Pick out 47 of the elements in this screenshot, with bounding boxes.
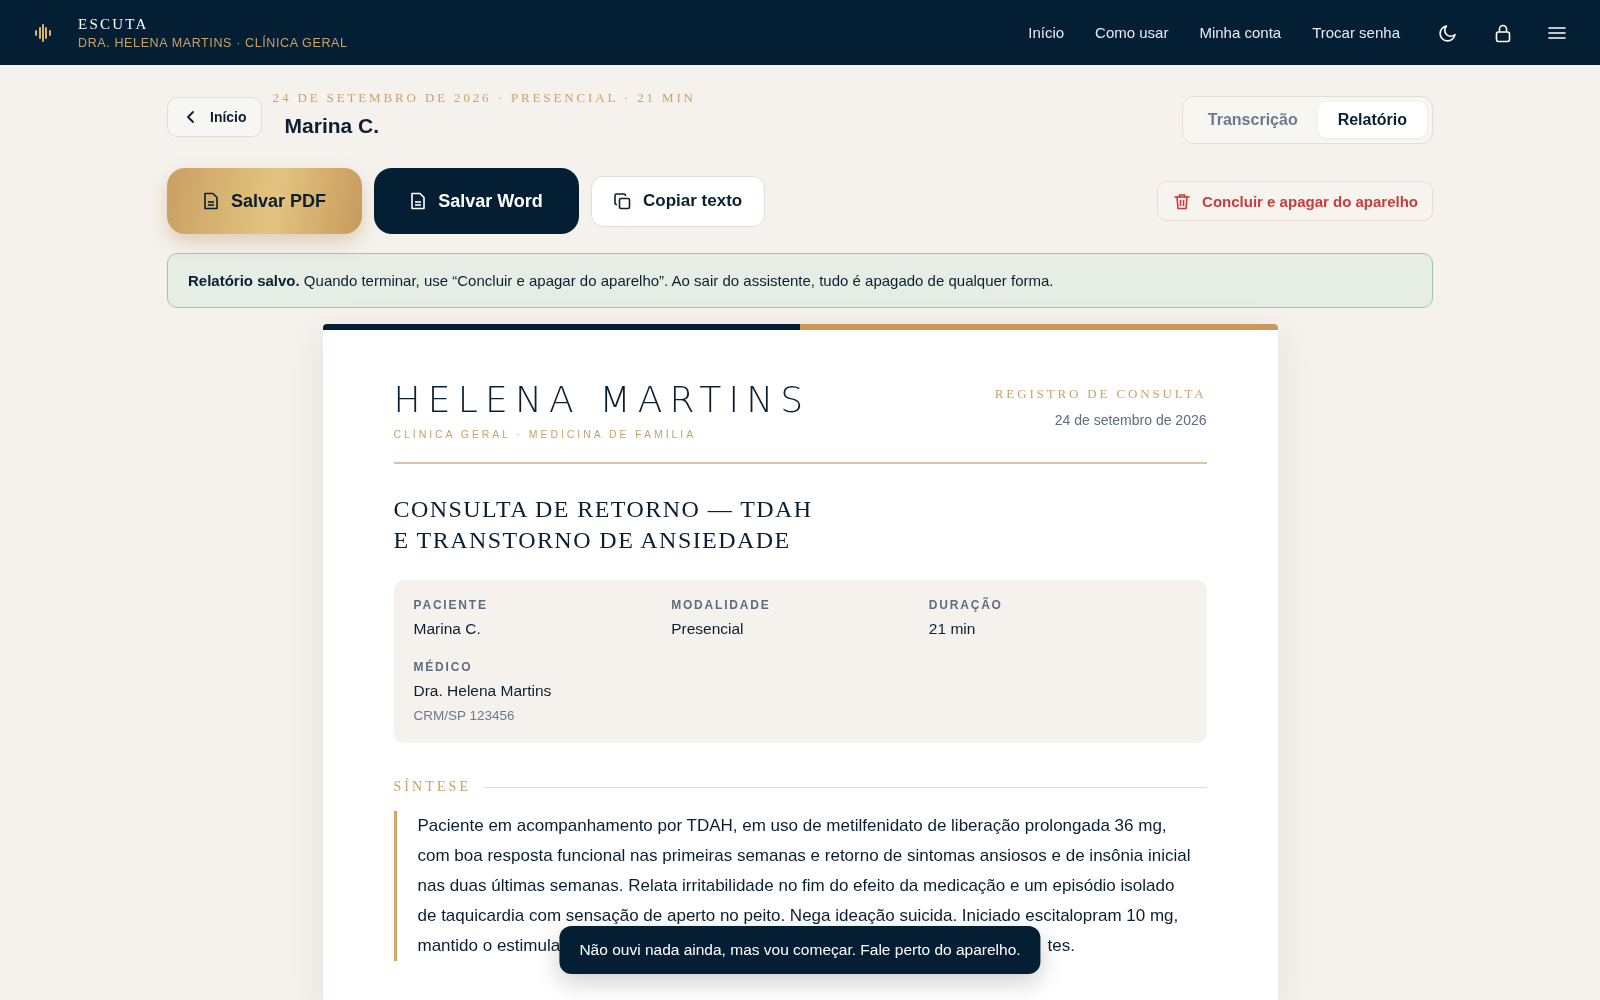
- document-icon: [202, 192, 219, 210]
- summary-line: com boa resposta funcional nas primeiras semanas e retorno de sintomas ansiosos e de insônia inicial: [417, 845, 1191, 867]
- field-value: Presencial: [671, 620, 744, 638]
- trash-icon: [1174, 192, 1191, 210]
- document-icon: [410, 192, 427, 210]
- moon-icon[interactable]: [1438, 22, 1458, 43]
- summary-line: nas duas últimas semanas. Relata irritabilidade no fim do efeito da medicação e um episódio isolado: [417, 875, 1175, 897]
- report-title: E TRANSTORNO DE ANSIEDADE: [393, 526, 791, 555]
- consultation-meta: 24 DE SETEMBRO DE 2026 · PRESENCIAL · 21 MIN: [272, 90, 697, 106]
- back-button[interactable]: Início: [167, 97, 262, 137]
- view-tab[interactable]: Transcrição: [1187, 102, 1318, 138]
- view-tab[interactable]: Relatório: [1317, 102, 1427, 138]
- summary-line: Paciente em acompanhamento por TDAH, em uso de metilfenidato de liberação prolongada 36 mg,: [417, 815, 1167, 837]
- action-button[interactable]: Copiar texto: [591, 175, 766, 227]
- menu-icon[interactable]: [1548, 25, 1566, 40]
- summary-line: de taquicardia com sensação de aperto no peito. Nega ideação suicida. Iniciado escitalopram 10 mg,: [417, 905, 1179, 927]
- section-title: SÍNTESE: [393, 779, 472, 795]
- patient-name: Marina C.: [284, 114, 381, 138]
- specialty: CLÍNICA GERAL · MEDICINA DE FAMÍLIA: [393, 428, 698, 440]
- nav-link[interactable]: Como usar: [1095, 24, 1169, 41]
- copy-icon: [614, 192, 631, 210]
- report-title: CONSULTA DE RETORNO — TDAH: [393, 495, 813, 524]
- summary-line: tes.: [1047, 935, 1075, 957]
- nav-link[interactable]: Trocar senha: [1312, 24, 1400, 41]
- record-date: 24 de setembro de 2026: [1053, 412, 1207, 428]
- app-name: ESCUTA: [78, 15, 150, 33]
- sound-wave-icon: [34, 23, 52, 42]
- action-button[interactable]: Salvar Word: [374, 168, 579, 234]
- field-label: MÉDICO: [413, 660, 473, 674]
- lock-icon[interactable]: [1494, 22, 1512, 43]
- field-value: Marina C.: [413, 620, 481, 638]
- view-switch[interactable]: Transcrição Relatório: [1181, 96, 1433, 144]
- field-label: MODALIDADE: [671, 598, 771, 612]
- field-note: CRM/SP 123456: [413, 708, 515, 723]
- doctor-name: HELENA MARTINS: [393, 382, 811, 418]
- nav-link[interactable]: Início: [1028, 24, 1065, 41]
- doctor-subtitle: DRA. HELENA MARTINS · CLÍNICA GERAL: [78, 35, 348, 50]
- record-label: REGISTRO DE CONSULTA: [994, 386, 1207, 402]
- toast-message: Não ouvi nada ainda, mas vou começar. Fale perto do aparelho.: [559, 926, 1041, 974]
- field-value: 21 min: [928, 620, 976, 638]
- delete-button[interactable]: Concluir e apagar do aparelho: [1157, 181, 1433, 221]
- nav-link[interactable]: Minha conta: [1199, 24, 1282, 41]
- saved-notice: Relatório salvo. Quando terminar, use “Concluir e apagar do aparelho”. Ao sair do assistente, tudo é apagado de qualquer forma.: [167, 253, 1433, 308]
- field-label: PACIENTE: [413, 598, 488, 612]
- field-value: Dra. Helena Martins: [413, 682, 552, 700]
- field-label: DURAÇÃO: [928, 598, 1003, 612]
- action-button[interactable]: Salvar PDF: [167, 168, 362, 234]
